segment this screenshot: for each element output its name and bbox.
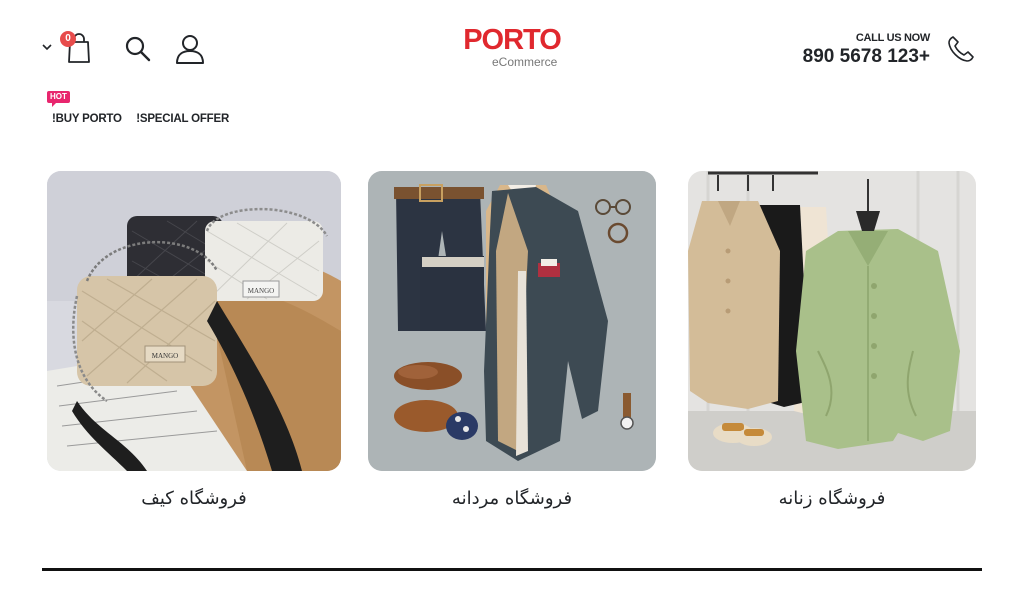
site-logo[interactable]: PORTO eCommerce xyxy=(452,24,572,72)
cart-area[interactable]: 0 xyxy=(40,30,100,66)
section-divider xyxy=(42,568,982,571)
category-title-bags[interactable]: فروشگاه کیف xyxy=(47,488,341,509)
category-title-men[interactable]: فروشگاه مردانه xyxy=(368,488,656,509)
promo-link-buy-porto[interactable]: !BUY PORTO xyxy=(52,113,122,125)
handbags-photo: MANGO MANGO xyxy=(47,171,341,471)
promo-link-special-offer[interactable]: !SPECIAL OFFER xyxy=(136,113,229,125)
category-card-women[interactable] xyxy=(688,171,976,471)
svg-text:MANGO: MANGO xyxy=(152,352,178,360)
contact-block[interactable]: CALL US NOW 890 5678 123+ xyxy=(790,28,980,70)
cart-count-badge: 0 xyxy=(60,31,76,47)
menswear-flatlay-photo xyxy=(368,171,656,471)
womens-shirts-photo xyxy=(688,171,976,471)
call-number[interactable]: 890 5678 123+ xyxy=(803,46,930,68)
call-label: CALL US NOW xyxy=(855,32,930,44)
search-icon[interactable] xyxy=(124,35,152,63)
hot-badge: HOT xyxy=(47,91,70,107)
svg-text:MANGO: MANGO xyxy=(248,287,274,295)
category-title-women[interactable]: فروشگاه زنانه xyxy=(688,488,976,509)
category-card-men[interactable] xyxy=(368,171,656,471)
user-account-icon[interactable] xyxy=(174,33,206,65)
category-card-bags[interactable]: MANGO MANGO xyxy=(47,171,341,471)
logo-subtext: eCommerce xyxy=(492,55,558,69)
site-header: 0 PORTO eCommerce CALL US NOW 890 5678 1… xyxy=(0,0,1024,125)
chevron-down-icon[interactable] xyxy=(40,40,54,54)
promo-links: HOT !BUY PORTO !SPECIAL OFFER xyxy=(46,90,306,126)
phone-icon xyxy=(948,36,974,62)
logo-text: PORTO xyxy=(463,24,562,56)
